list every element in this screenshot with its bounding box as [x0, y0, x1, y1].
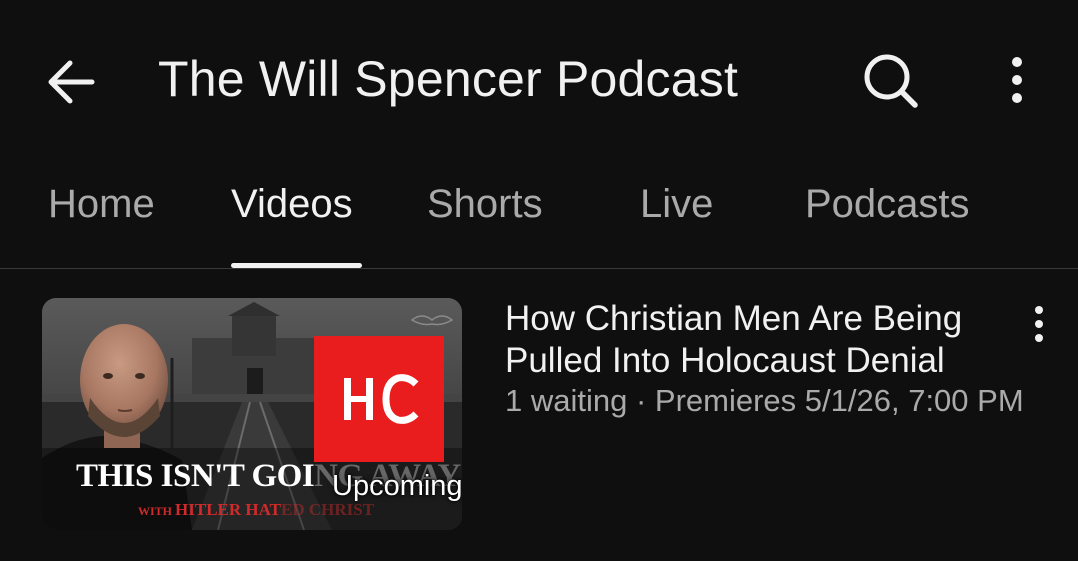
video-metadata: 1 waiting · Premieres 5/1/26, 7:00 PM — [505, 383, 1024, 419]
back-button[interactable] — [40, 52, 104, 112]
more-vertical-icon — [1035, 306, 1043, 342]
channel-tabs: Home Videos Shorts Live Podcasts — [0, 160, 1078, 269]
channel-title: The Will Spencer Podcast — [158, 51, 739, 107]
more-vertical-icon — [1012, 57, 1022, 103]
tab-podcasts[interactable]: Podcasts — [805, 182, 970, 227]
thumbnail-sub-text: HITLER HAT — [175, 500, 281, 519]
premiere-time: Premieres 5/1/26, 7:00 PM — [654, 383, 1024, 418]
meta-separator: · — [627, 383, 655, 418]
tab-videos[interactable]: Videos — [231, 182, 353, 227]
video-options-button[interactable] — [1022, 304, 1056, 344]
video-thumbnail[interactable]: H C THIS ISN'T GOING AWAY WITH HITLER HA… — [42, 298, 462, 530]
thumbnail-subline: WITH HITLER HATED CHRIST — [138, 500, 374, 520]
tab-home[interactable]: Home — [48, 182, 155, 227]
upcoming-badge: Upcoming — [332, 470, 462, 502]
logo-mark — [344, 374, 419, 424]
app-header: The Will Spencer Podcast — [0, 0, 1078, 160]
arrow-left-icon — [48, 60, 95, 104]
video-list-item[interactable]: H C THIS ISN'T GOING AWAY WITH HITLER HA… — [0, 270, 1078, 561]
channel-logo-block: H C — [314, 336, 444, 462]
thumbnail-sub-prefix: WITH — [138, 504, 176, 518]
active-tab-indicator — [231, 263, 362, 268]
more-options-button[interactable] — [995, 50, 1039, 112]
thumbnail-headline-text: THIS ISN'T GOI — [76, 458, 315, 494]
search-button[interactable] — [858, 48, 924, 114]
waiting-count: 1 waiting — [505, 383, 628, 418]
tab-shorts[interactable]: Shorts — [427, 182, 543, 227]
tab-live[interactable]: Live — [640, 182, 713, 227]
search-icon — [864, 54, 918, 108]
video-title[interactable]: How Christian Men Are Being Pulled Into … — [505, 298, 1005, 382]
